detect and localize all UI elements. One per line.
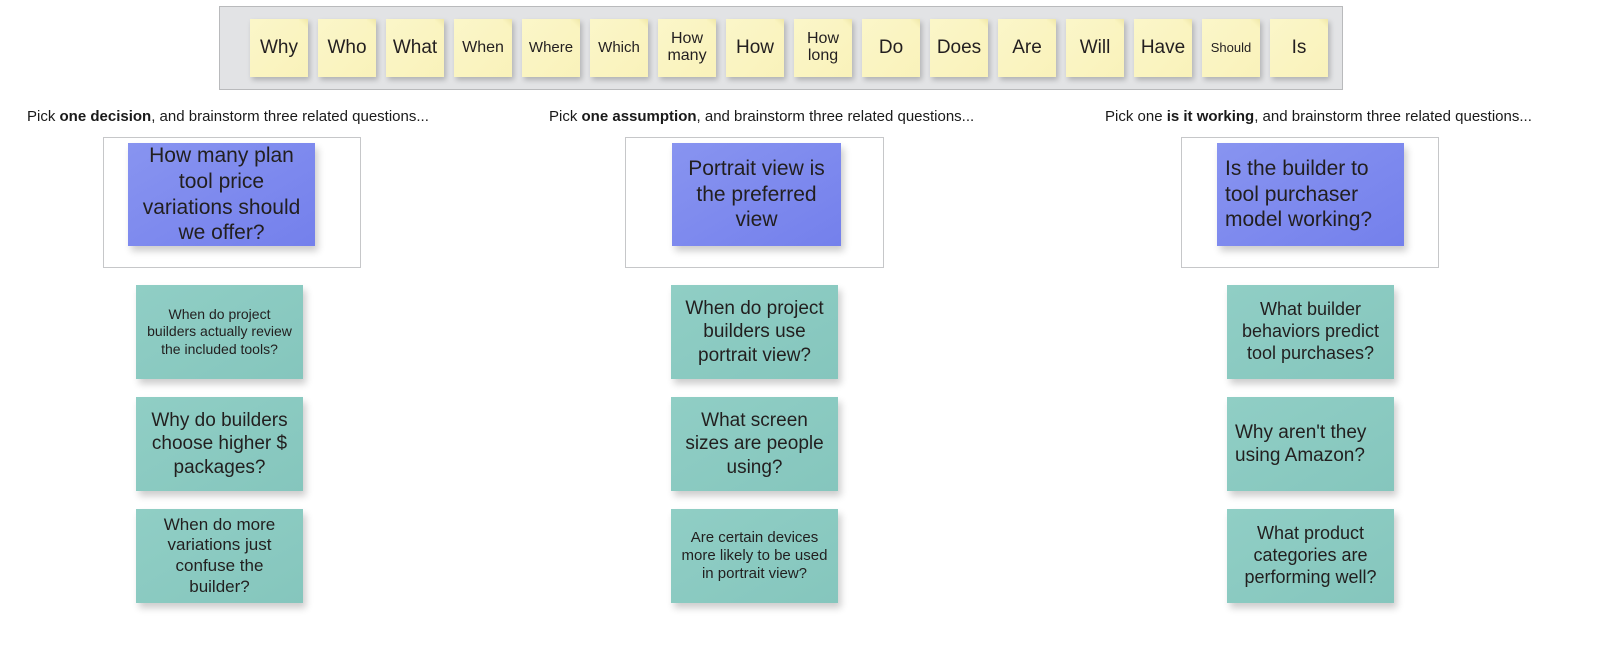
question-note[interactable]: Are certain devices more likely to be us…	[671, 509, 838, 603]
question-word-label: Should	[1210, 40, 1252, 56]
question-word-label: Do	[878, 37, 904, 59]
question-word-label: Which	[598, 39, 640, 57]
column-heading-suffix: , and brainstorm three related questions…	[1254, 108, 1532, 125]
question-word-note[interactable]: How long	[794, 19, 852, 77]
column-heading: Pick one decision, and brainstorm three …	[27, 108, 429, 125]
question-word-note[interactable]: When	[454, 19, 512, 77]
question-word-label: Why	[260, 37, 298, 59]
question-note[interactable]: When do project builders actually review…	[136, 285, 303, 379]
question-word-label: Have	[1140, 37, 1186, 59]
question-word-note[interactable]: Is	[1270, 19, 1328, 77]
question-note[interactable]: What screen sizes are people using?	[671, 397, 838, 491]
prompt-note-text: Is the builder to tool purchaser model w…	[1225, 157, 1373, 232]
question-note-text: Why aren't they using Amazon?	[1235, 421, 1367, 466]
column-heading-suffix: , and brainstorm three related questions…	[696, 108, 975, 125]
question-word-note[interactable]: What	[386, 19, 444, 77]
question-word-label: Is	[1291, 37, 1307, 59]
question-word-note[interactable]: How many	[658, 19, 716, 77]
question-note[interactable]: What product categories are performing w…	[1227, 509, 1394, 603]
question-note-text: When do project builders actually review…	[147, 306, 292, 357]
column-heading: Pick one assumption, and brainstorm thre…	[549, 108, 974, 125]
prompt-note[interactable]: How many plan tool price variations shou…	[128, 143, 315, 246]
question-word-label: How	[735, 37, 774, 59]
column-heading-prefix: Pick one	[1105, 108, 1167, 125]
question-word-note[interactable]: Do	[862, 19, 920, 77]
column-heading-emphasis: is it working	[1166, 108, 1255, 125]
question-note[interactable]: Why aren't they using Amazon?	[1227, 397, 1394, 491]
question-note-text: What product categories are performing w…	[1244, 523, 1377, 587]
question-word-note[interactable]: Where	[522, 19, 580, 77]
question-word-note[interactable]: Are	[998, 19, 1056, 77]
question-note-text: Why do builders choose higher $ packages…	[151, 410, 288, 478]
column-heading-prefix: Pick	[27, 108, 60, 125]
prompt-note[interactable]: Portrait view is the preferred view	[672, 143, 841, 246]
question-note[interactable]: When do project builders use portrait vi…	[671, 285, 838, 379]
question-word-note[interactable]: Should	[1202, 19, 1260, 77]
prompt-note[interactable]: Is the builder to tool purchaser model w…	[1217, 143, 1404, 246]
question-word-note[interactable]: Does	[930, 19, 988, 77]
question-word-note[interactable]: Why	[250, 19, 308, 77]
question-word-note[interactable]: How	[726, 19, 784, 77]
prompt-note-text: Portrait view is the preferred view	[688, 157, 825, 232]
question-note[interactable]: Why do builders choose higher $ packages…	[136, 397, 303, 491]
question-word-note[interactable]: Have	[1134, 19, 1192, 77]
column-heading-suffix: , and brainstorm three related questions…	[151, 108, 429, 125]
question-note[interactable]: When do more variations just confuse the…	[136, 509, 303, 603]
question-note[interactable]: What builder behaviors predict tool purc…	[1227, 285, 1394, 379]
question-word-label: Are	[1012, 37, 1042, 59]
question-note-text: When do project builders use portrait vi…	[685, 298, 824, 366]
prompt-note-text: How many plan tool price variations shou…	[142, 144, 301, 245]
question-word-note[interactable]: Will	[1066, 19, 1124, 77]
question-note-text: Are certain devices more likely to be us…	[681, 528, 828, 583]
question-word-label: What	[392, 37, 438, 59]
question-word-note[interactable]: Which	[590, 19, 648, 77]
question-word-label: Who	[327, 37, 367, 59]
question-note-text: When do more variations just confuse the…	[163, 514, 276, 596]
question-word-label: Will	[1079, 37, 1111, 59]
question-note-text: What screen sizes are people using?	[685, 410, 824, 478]
question-words-list: Why Who What When Where Which How many How How l…	[220, 7, 1342, 89]
question-note-text: What builder behaviors predict tool purc…	[1241, 299, 1380, 363]
column-heading: Pick one is it working, and brainstorm t…	[1105, 108, 1532, 125]
question-word-label: How long	[806, 30, 839, 64]
question-word-note[interactable]: Who	[318, 19, 376, 77]
question-word-label: When	[462, 38, 504, 56]
question-word-label: Where	[528, 39, 574, 57]
column-heading-emphasis: one decision	[59, 108, 152, 125]
question-word-label: Does	[936, 37, 982, 59]
column-heading-emphasis: one assumption	[581, 108, 697, 125]
question-words-bar: Why Who What When Where Which How many How How l…	[219, 6, 1343, 90]
question-word-label: How many	[667, 30, 707, 64]
column-heading-prefix: Pick	[549, 108, 582, 125]
